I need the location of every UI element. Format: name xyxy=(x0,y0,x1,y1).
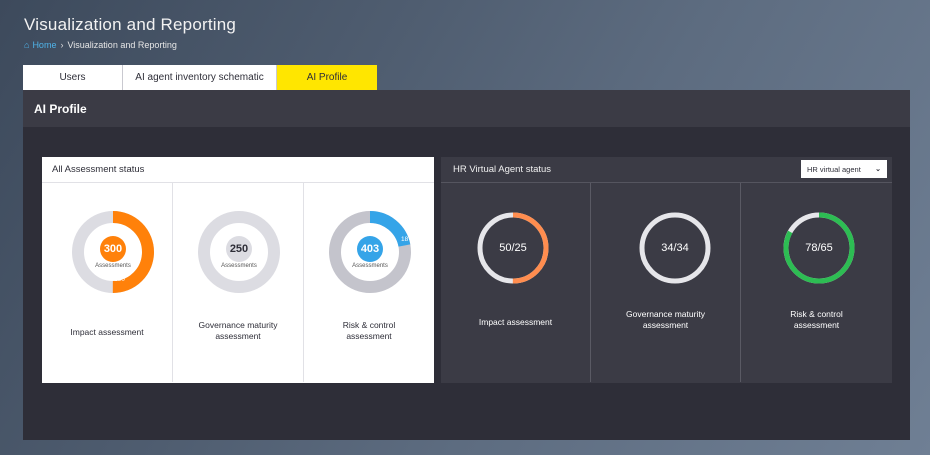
home-icon: ⌂ xyxy=(24,40,30,50)
risk-control-assessment-sub: Assessments xyxy=(352,262,388,269)
breadcrumb: ⌂ Home › Visualization and Reporting xyxy=(24,40,177,50)
hr-governance-value: 34/34 xyxy=(661,242,689,254)
page-title: Visualization and Reporting xyxy=(24,15,237,34)
hr-risk-control-label: Risk & control assessment xyxy=(790,309,843,330)
risk-control-assessment-donut[interactable]: 403 Assessments 18 xyxy=(328,210,412,294)
governance-assessment-total: 250 xyxy=(226,235,252,262)
hr-agent-dropdown-value: HR virtual agent xyxy=(807,164,861,174)
hr-risk-control-column: 78/65 Risk & control assessment xyxy=(741,183,892,382)
tab-users[interactable]: Users xyxy=(23,65,123,90)
risk-control-assessment-total: 403 xyxy=(357,235,383,262)
hr-governance-donut[interactable]: 34/34 xyxy=(637,210,713,286)
breadcrumb-home-link[interactable]: ⌂ Home xyxy=(24,40,56,50)
risk-control-segment-label: 18 xyxy=(401,236,409,243)
risk-control-assessment-column: 403 Assessments 18 Risk & control assess… xyxy=(304,183,434,382)
hr-impact-donut[interactable]: 50/25 xyxy=(475,210,551,286)
impact-assessment-segment-label: 150 xyxy=(114,276,125,283)
impact-assessment-sub: Assessments xyxy=(95,262,131,269)
panel-title: AI Profile xyxy=(23,90,910,127)
governance-assessment-column: 250 Assessments Governance maturity asse… xyxy=(173,183,304,382)
impact-assessment-label: Impact assessment xyxy=(70,327,144,337)
impact-assessment-total: 300 xyxy=(100,235,126,262)
governance-assessment-sub: Assessments xyxy=(221,262,257,269)
all-assessment-card: All Assessment status 300 Assessments 15… xyxy=(42,157,434,383)
tab-ai-agent-inventory-schematic[interactable]: AI agent inventory schematic xyxy=(123,65,277,90)
hr-impact-column: 50/25 Impact assessment xyxy=(441,183,591,382)
hr-governance-column: 34/34 Governance maturity assessment xyxy=(591,183,741,382)
hr-risk-control-donut[interactable]: 78/65 xyxy=(781,210,857,286)
chevron-down-icon: ⌄ xyxy=(875,166,881,173)
hr-impact-value: 50/25 xyxy=(499,242,527,254)
tab-bar: Users AI agent inventory schematic AI Pr… xyxy=(23,65,377,90)
governance-assessment-label: Governance maturity assessment xyxy=(198,320,278,341)
breadcrumb-current: Visualization and Reporting xyxy=(67,40,177,50)
hr-governance-label: Governance maturity assessment xyxy=(626,309,705,330)
hr-agent-title-bar: HR Virtual Agent status HR virtual agent… xyxy=(441,157,892,183)
all-assessment-title: All Assessment status xyxy=(42,157,434,183)
tab-ai-profile[interactable]: AI Profile xyxy=(277,65,377,90)
hr-agent-card: HR Virtual Agent status HR virtual agent… xyxy=(441,157,892,383)
hr-impact-label: Impact assessment xyxy=(478,317,553,327)
risk-control-assessment-label: Risk & control assessment xyxy=(342,320,396,341)
breadcrumb-home-label: Home xyxy=(32,40,57,50)
hr-risk-control-value: 78/65 xyxy=(805,242,833,254)
chevron-right-icon: › xyxy=(60,40,64,50)
hr-agent-dropdown[interactable]: HR virtual agent ⌄ xyxy=(801,160,887,178)
ai-profile-panel: AI Profile All Assessment status 300 Ass… xyxy=(23,90,910,440)
impact-assessment-donut[interactable]: 300 Assessments 150 xyxy=(71,210,155,294)
impact-assessment-column: 300 Assessments 150 Impact assessment xyxy=(42,183,173,382)
governance-assessment-donut[interactable]: 250 Assessments xyxy=(197,210,281,294)
hr-agent-title: HR Virtual Agent status xyxy=(453,164,552,175)
